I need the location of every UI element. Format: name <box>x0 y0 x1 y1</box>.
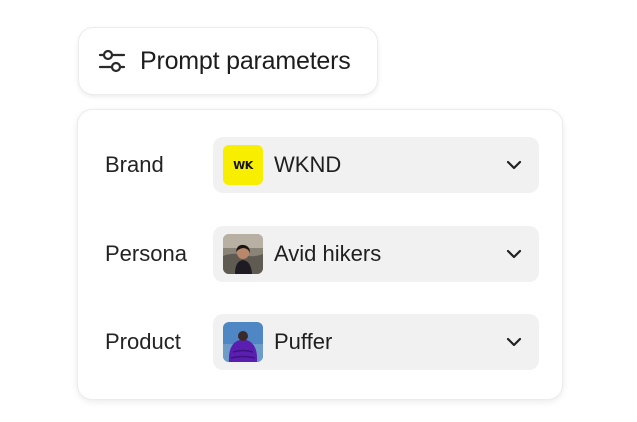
persona-select[interactable]: Avid hikers <box>213 226 539 282</box>
product-select[interactable]: Puffer <box>213 314 539 370</box>
prompt-parameters-button[interactable]: Prompt parameters <box>79 28 377 94</box>
persona-label: Persona <box>105 241 187 266</box>
brand-row: Brand WK WKND <box>78 137 562 193</box>
persona-row: Persona Avid hikers <box>78 226 562 282</box>
brand-select[interactable]: WK WKND <box>213 137 539 193</box>
chevron-down-icon <box>506 337 522 347</box>
parameters-card: Brand WK WKND Persona Avid hikers Produc… <box>78 110 562 399</box>
product-label: Product <box>105 329 181 354</box>
chevron-down-icon <box>506 249 522 259</box>
sliders-icon <box>97 46 127 76</box>
brand-logo-text: WK <box>233 158 253 172</box>
persona-value: Avid hikers <box>274 241 382 266</box>
wknd-logo-icon: WK <box>223 145 263 185</box>
product-row: Product Puffer <box>78 314 562 370</box>
product-value: Puffer <box>274 329 333 354</box>
brand-value: WKND <box>274 152 342 177</box>
hiker-avatar-icon <box>223 234 263 274</box>
puffer-jacket-icon <box>223 322 263 362</box>
brand-label: Brand <box>105 152 164 177</box>
chevron-down-icon <box>506 160 522 170</box>
header-title: Prompt parameters <box>140 46 351 75</box>
prompt-parameters-page: Prompt parameters Brand WK WKND Persona <box>0 0 637 422</box>
